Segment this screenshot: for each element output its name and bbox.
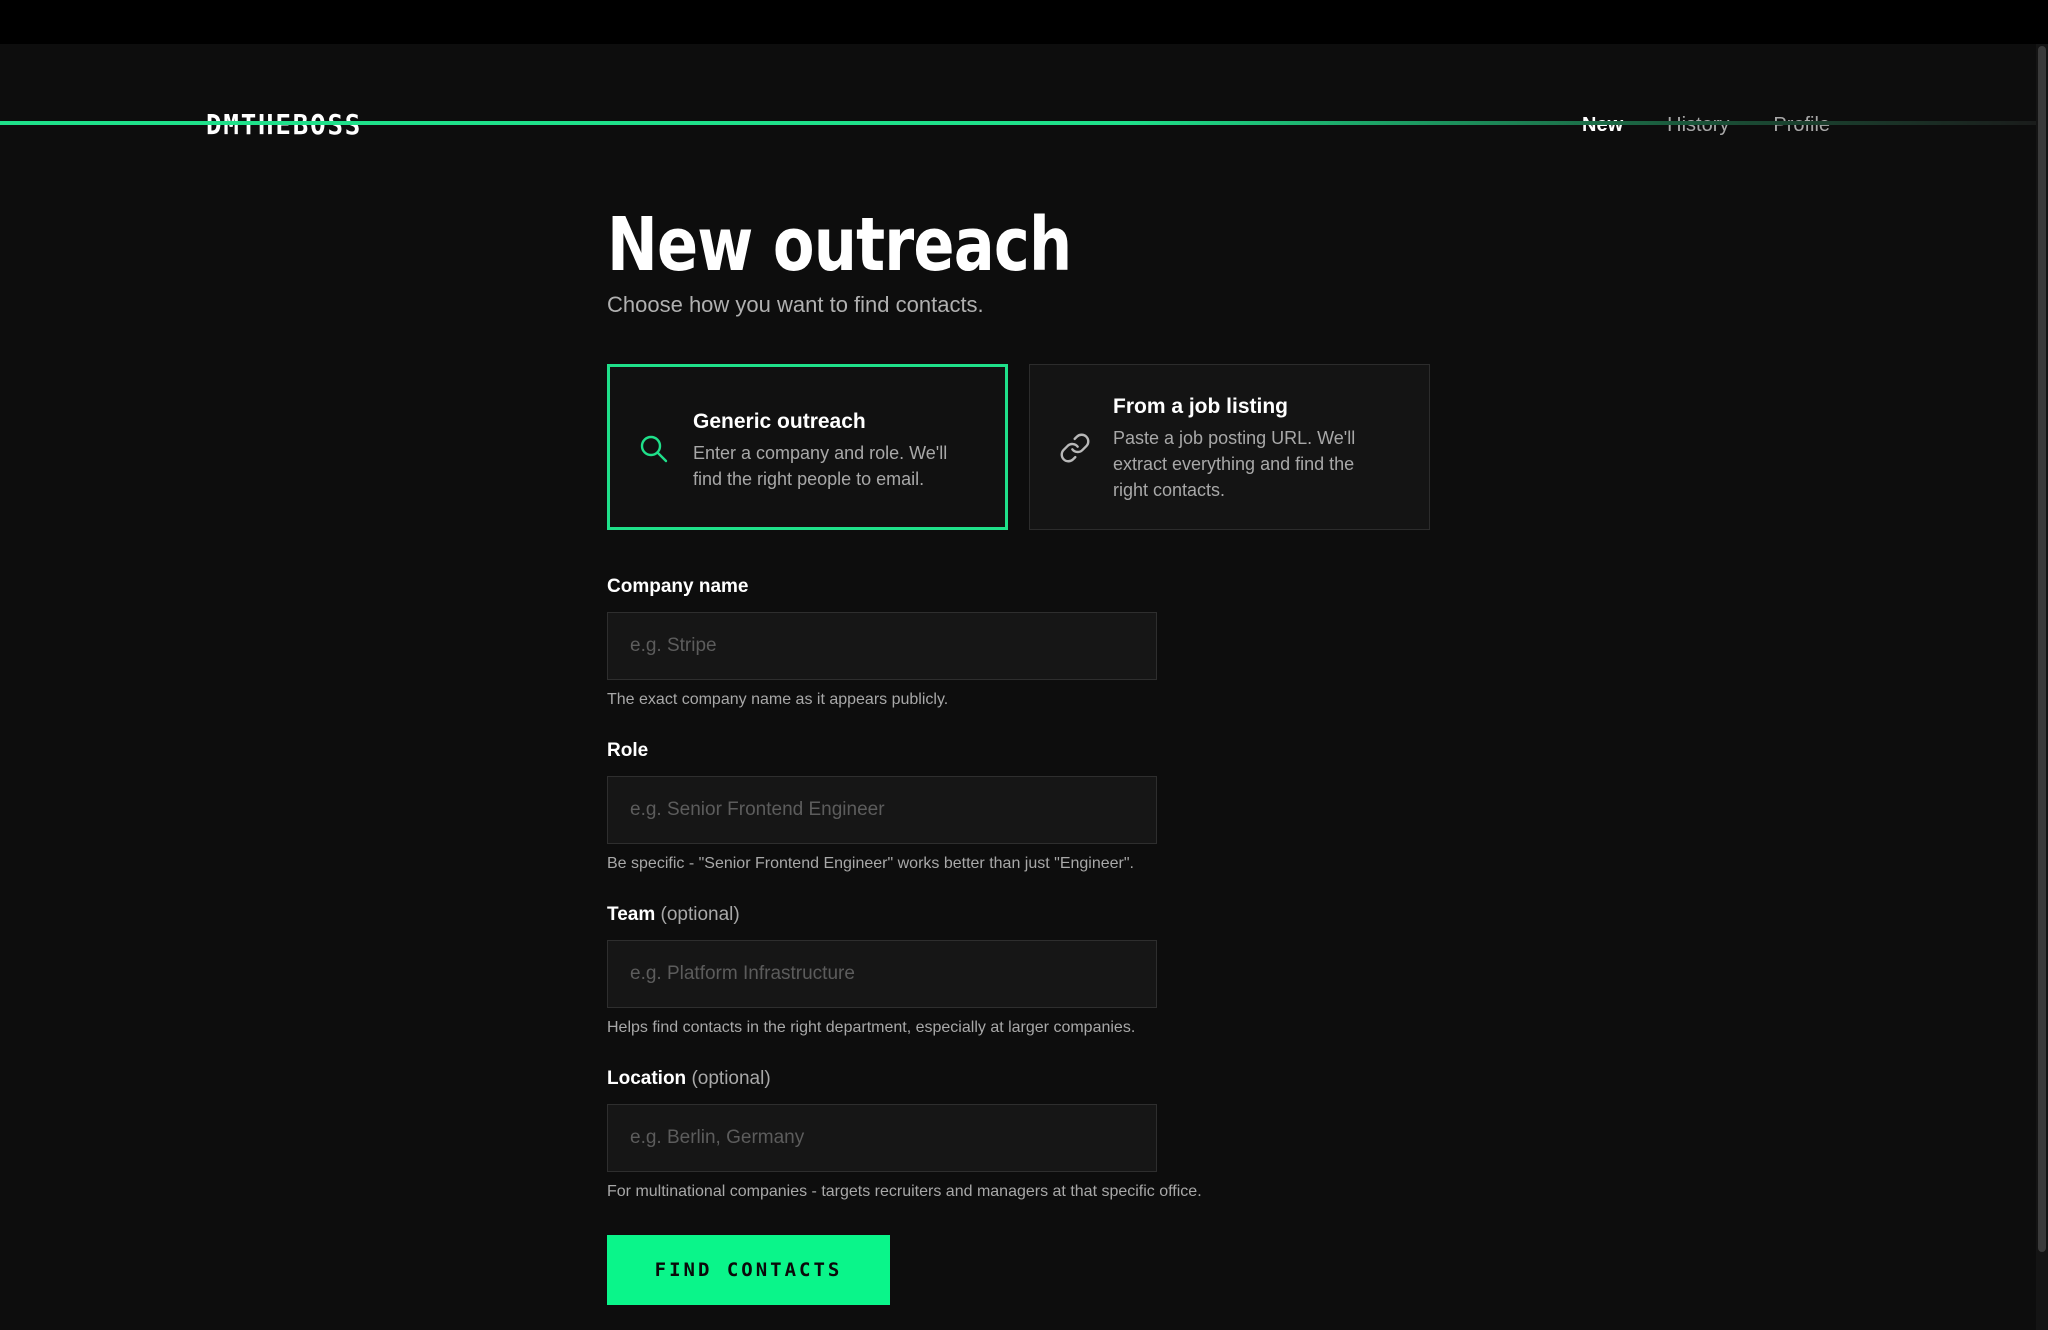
location-label: Location (optional): [607, 1068, 771, 1090]
role-input[interactable]: [607, 776, 1157, 844]
company-name-input[interactable]: [607, 612, 1157, 680]
role-label: Role: [607, 740, 649, 761]
site-header: DMTHEBOSS New History Profile: [0, 44, 2048, 141]
main-nav: New History Profile: [1582, 114, 1830, 137]
browser-top-bar: [0, 0, 2048, 44]
role-help: Be specific - "Senior Frontend Engineer"…: [607, 855, 1134, 872]
team-help: Helps find contacts in the right departm…: [607, 1019, 1136, 1036]
mode-card-description: Enter a company and role. We'll find the…: [693, 443, 948, 489]
mode-card-title: Generic outreach: [693, 410, 866, 433]
company-name-label: Company name: [607, 576, 749, 597]
nav-item-new[interactable]: New: [1582, 114, 1623, 137]
scrollbar-thumb[interactable]: [2038, 46, 2046, 1252]
header-accent-line: [0, 121, 2048, 125]
link-icon: [1059, 432, 1091, 464]
team-label: Team (optional): [607, 904, 740, 926]
team-optional-tag: (optional): [660, 904, 740, 925]
team-label-text: Team: [607, 904, 656, 925]
mode-card-description: Paste a job posting URL. We'll extract e…: [1113, 428, 1356, 500]
nav-item-history[interactable]: History: [1667, 114, 1729, 137]
location-input[interactable]: [607, 1104, 1157, 1172]
mode-card-job-listing[interactable]: From a job listing Paste a job posting U…: [1029, 364, 1430, 530]
page-title: New outreach: [607, 202, 1072, 288]
location-optional-tag: (optional): [691, 1068, 771, 1089]
team-input[interactable]: [607, 940, 1157, 1008]
find-contacts-button[interactable]: FIND CONTACTS: [607, 1235, 890, 1305]
nav-item-profile[interactable]: Profile: [1773, 114, 1830, 137]
location-help: For multinational companies - targets re…: [607, 1183, 1202, 1200]
search-icon: [638, 433, 670, 465]
page-subtitle: Choose how you want to find contacts.: [607, 292, 984, 317]
mode-card-title: From a job listing: [1113, 395, 1289, 418]
company-name-help: The exact company name as it appears pub…: [607, 691, 949, 708]
location-label-text: Location: [607, 1068, 687, 1089]
mode-card-generic[interactable]: Generic outreach Enter a company and rol…: [607, 364, 1008, 530]
